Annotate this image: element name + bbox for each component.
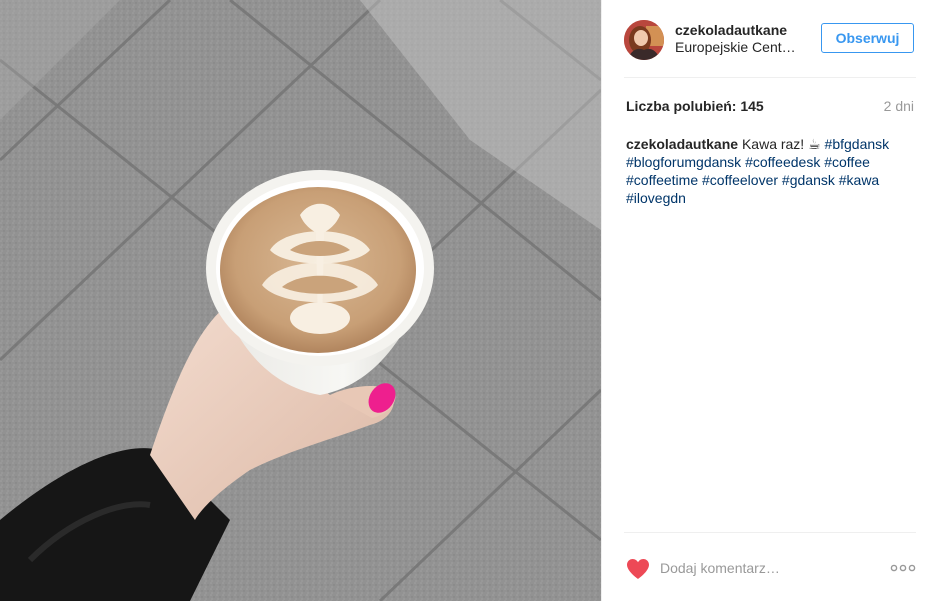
comment-input[interactable]: [660, 557, 860, 579]
author-username[interactable]: czekoladautkane: [675, 22, 787, 38]
coffee-photo: [0, 0, 601, 601]
post-actions: [624, 532, 916, 601]
post-photo[interactable]: [0, 0, 601, 601]
follow-button[interactable]: Obserwuj: [821, 23, 914, 53]
hashtag-link[interactable]: #coffeetime: [626, 172, 698, 188]
more-options-icon: [890, 564, 916, 572]
hashtag-link[interactable]: #gdansk: [782, 172, 835, 188]
post-caption: czekoladautkane Kawa raz! ☕ #bfgdansk #b…: [626, 135, 918, 207]
caption-text: Kawa raz! ☕: [741, 136, 821, 152]
heart-icon: [627, 559, 649, 579]
hashtag-link[interactable]: #bfgdansk: [825, 136, 890, 152]
more-options-button[interactable]: [890, 561, 916, 575]
author-avatar[interactable]: [624, 20, 664, 60]
hashtag-link[interactable]: #ilovegdn: [626, 190, 686, 206]
caption-username[interactable]: czekoladautkane: [626, 136, 738, 152]
post-sidebar: czekoladautkane Europejskie Cent… Obserw…: [601, 0, 937, 601]
instagram-post: czekoladautkane Europejskie Cent… Obserw…: [0, 0, 937, 601]
avatar-image: [624, 20, 664, 60]
post-timestamp[interactable]: 2 dni: [884, 98, 914, 114]
hashtag-link[interactable]: #blogforumgdansk: [626, 154, 741, 170]
post-header: czekoladautkane Europejskie Cent… Obserw…: [624, 18, 916, 78]
like-button[interactable]: [626, 558, 650, 580]
likes-count[interactable]: Liczba polubień: 145: [626, 98, 764, 114]
hashtag-link[interactable]: #coffee: [824, 154, 870, 170]
likes-row: Liczba polubień: 145 2 dni: [624, 98, 916, 116]
hashtag-link[interactable]: #coffeedesk: [745, 154, 820, 170]
hashtag-link[interactable]: #coffeelover: [702, 172, 778, 188]
hashtag-link[interactable]: #kawa: [839, 172, 879, 188]
post-location[interactable]: Europejskie Cent…: [675, 39, 803, 55]
